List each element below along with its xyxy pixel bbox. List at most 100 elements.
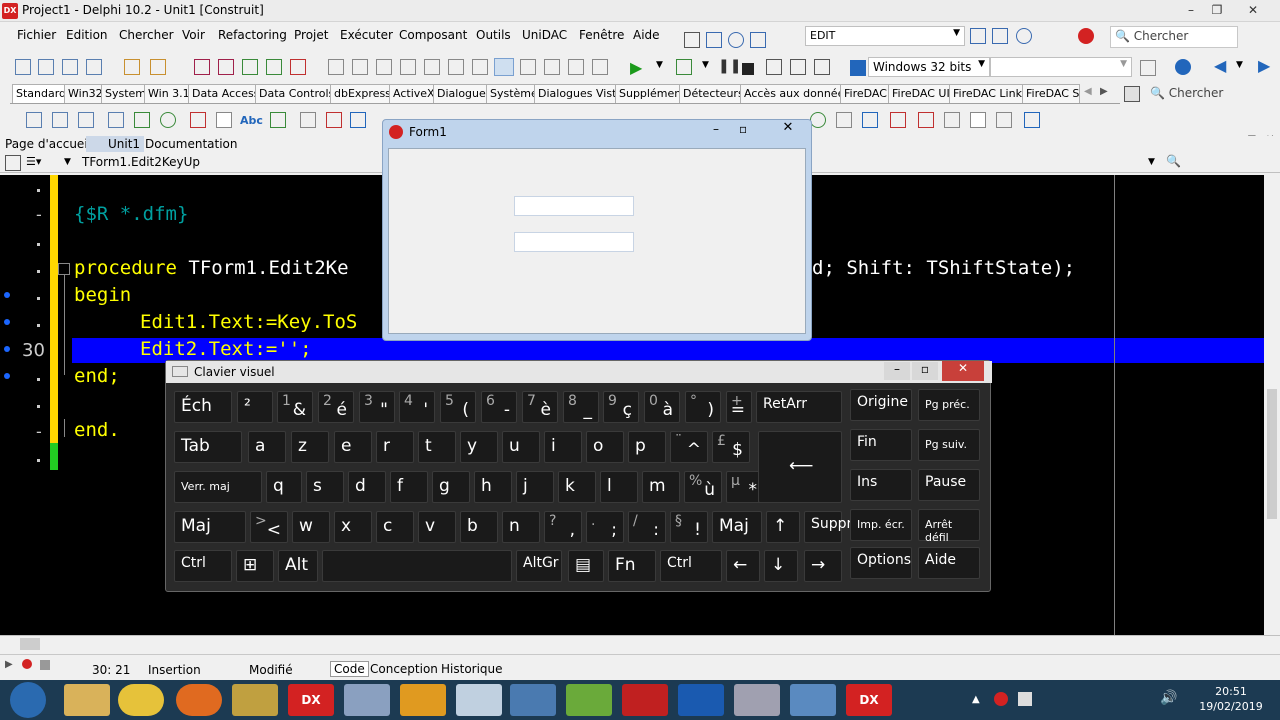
align-grid-icon[interactable]	[472, 59, 488, 75]
tab-firedac-ui[interactable]: FireDAC UI	[888, 84, 954, 103]
groupbox-icon[interactable]	[326, 112, 342, 128]
osk-key-row3-4[interactable]: f	[390, 471, 428, 503]
button-component-icon[interactable]	[108, 112, 124, 128]
tab-page-accueil[interactable]: Page d'accueil	[5, 136, 91, 152]
step-over-icon[interactable]	[766, 59, 782, 75]
save-icon[interactable]	[194, 59, 210, 75]
volume-icon[interactable]: 🔊	[1160, 690, 1177, 706]
record-macro-icon[interactable]	[22, 659, 32, 669]
remove-file-icon[interactable]	[290, 59, 306, 75]
run-icon[interactable]: ▶	[630, 58, 642, 77]
osk-key-row5-2[interactable]: Alt	[278, 550, 318, 582]
pointer-icon[interactable]	[1124, 86, 1140, 102]
osk-side-key-3[interactable]: Pg suiv.	[918, 429, 980, 461]
platform-combo[interactable]: Windows 32 bits ▼	[868, 57, 990, 77]
minimize-button[interactable]: –	[1178, 1, 1204, 19]
tools-icon[interactable]	[232, 684, 278, 716]
osk-key-row5-8[interactable]: ←	[726, 550, 760, 582]
osk-key-row5-5[interactable]: ▤	[568, 550, 604, 582]
listbox-icon[interactable]	[190, 112, 206, 128]
osk-key-row2-3[interactable]: e	[334, 431, 372, 463]
osk-side-key-9[interactable]: Aide	[918, 547, 980, 579]
size-icon[interactable]	[520, 59, 536, 75]
tab-scroll-left-icon[interactable]: ◀	[1084, 86, 1092, 97]
osk-side-key-5[interactable]: Pause	[918, 469, 980, 501]
osk-key-row4-0[interactable]: Maj	[174, 511, 246, 543]
osk-key-row5-1[interactable]: ⊞	[236, 550, 274, 582]
open-project-icon[interactable]	[124, 59, 140, 75]
open-folder-icon[interactable]	[150, 59, 166, 75]
maximize-button[interactable]: ❐	[1204, 1, 1230, 19]
osk-side-key-1[interactable]: Pg préc.	[918, 389, 980, 421]
arrow-icon[interactable]	[750, 32, 766, 48]
osk-side-key-0[interactable]: Origine	[850, 389, 912, 421]
scrollbar-icon[interactable]	[300, 112, 316, 128]
osk-side-key-7[interactable]: Arrêt défil	[918, 509, 980, 544]
close-button[interactable]: ✕	[1240, 1, 1266, 19]
label-icon[interactable]: Abc	[240, 114, 263, 127]
osk-key-row3-2[interactable]: s	[306, 471, 344, 503]
checkbox-icon[interactable]	[134, 112, 150, 128]
tab-historique[interactable]: Historique	[441, 662, 503, 676]
system-clock[interactable]: 20:51 19/02/2019	[1196, 684, 1266, 716]
tab-win31[interactable]: Win 3.1	[144, 84, 194, 103]
procedure-combo[interactable]: TForm1.Edit2KeyUp	[82, 155, 200, 169]
osk-key-row2-10[interactable]: p	[628, 431, 666, 463]
firefox-icon[interactable]	[176, 684, 222, 716]
osk-key-row5-6[interactable]: Fn	[608, 550, 656, 582]
osk-key-row1-11[interactable]: 0à	[644, 391, 680, 423]
edit1-field[interactable]	[514, 196, 634, 216]
explorer-icon[interactable]	[64, 684, 110, 716]
grid-component-icon[interactable]	[1024, 112, 1040, 128]
osk-key-row3-9[interactable]: l	[600, 471, 638, 503]
osk-key-row1-13[interactable]: + =	[726, 391, 752, 423]
listview-icon[interactable]	[944, 112, 960, 128]
forward-icon[interactable]: ▶	[1258, 56, 1270, 75]
memo-icon[interactable]	[216, 112, 232, 128]
tab-scroll-right-icon[interactable]: ▶	[1100, 86, 1108, 97]
osk-key-row3-7[interactable]: j	[516, 471, 554, 503]
osk-key-row1-14[interactable]: RetArr	[756, 391, 842, 423]
configuration-combo[interactable]: ▼	[990, 57, 1132, 77]
osk-key-row3-3[interactable]: d	[348, 471, 386, 503]
breakpoint-dot-icon[interactable]	[4, 373, 10, 379]
structure-dropdown-icon[interactable]: ☰▾	[26, 155, 41, 168]
osk-key-row2-8[interactable]: i	[544, 431, 582, 463]
moon-icon[interactable]	[1016, 28, 1032, 44]
tab-system[interactable]: System	[101, 84, 151, 103]
combobox-icon[interactable]	[918, 112, 934, 128]
osk-key-row1-2[interactable]: 1 &	[277, 391, 313, 423]
align-right-icon[interactable]	[376, 59, 392, 75]
tab-acces-donnees[interactable]: Accès aux données	[740, 84, 855, 103]
panel-icon[interactable]	[350, 112, 366, 128]
refresh-icon[interactable]	[1140, 60, 1156, 76]
osk-key-row4-12[interactable]: Maj	[712, 511, 762, 543]
paint-icon[interactable]	[456, 684, 502, 716]
run-dropdown-icon[interactable]: ▼	[656, 60, 663, 70]
menu-outils[interactable]: Outils	[476, 28, 511, 42]
breakpoint-dot-icon[interactable]	[4, 292, 10, 298]
android-icon[interactable]	[566, 684, 612, 716]
tab-firedac[interactable]: FireDAC	[840, 84, 891, 103]
menu-unidac[interactable]: UniDAC	[522, 28, 567, 42]
osk-key-row2-0[interactable]: Tab	[174, 431, 242, 463]
menu-composant[interactable]: Composant	[399, 28, 467, 42]
fold-icon[interactable]	[58, 263, 70, 275]
toolbar-comp-icon[interactable]	[862, 112, 878, 128]
tab-firedac-services[interactable]: FireDAC Se	[1022, 84, 1080, 103]
tray-expand-icon[interactable]: ▲	[972, 694, 980, 705]
set-debug-desktop-icon[interactable]	[992, 28, 1008, 44]
stop-icon[interactable]	[742, 63, 754, 75]
splitter-icon[interactable]	[890, 112, 906, 128]
osk-key-row4-6[interactable]: b	[460, 511, 498, 543]
osk-key-row5-9[interactable]: ↓	[764, 550, 798, 582]
shape-icon[interactable]	[970, 112, 986, 128]
osk-key-row3-5[interactable]: g	[432, 471, 470, 503]
osk-key-row5-3[interactable]	[322, 550, 512, 582]
breakpoint-dot-icon[interactable]	[4, 346, 10, 352]
new-icon[interactable]	[15, 59, 31, 75]
osk-key-row1-3[interactable]: 2é	[318, 391, 354, 423]
palette-search-input[interactable]: 🔍 Chercher	[1150, 86, 1270, 106]
osk-key-row1-0[interactable]: Éch	[174, 391, 232, 423]
osk-key-row4-2[interactable]: w	[292, 511, 330, 543]
